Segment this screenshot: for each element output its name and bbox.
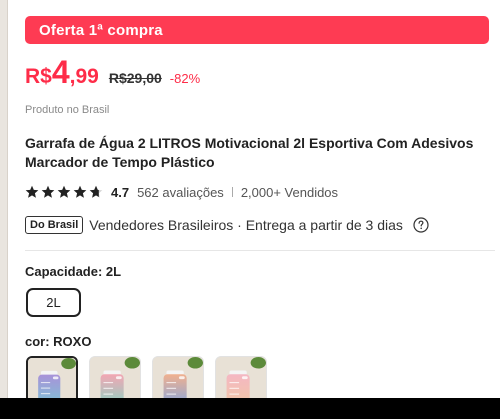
capacity-label: Capacidade: 2L (25, 264, 122, 279)
rating-row[interactable]: 4.7 562 avaliações 2,000+ Vendidos (25, 183, 338, 201)
rating-stars (25, 185, 105, 199)
product-title: Garrafa de Água 2 LITROS Motivacional 2l… (25, 135, 474, 170)
first-purchase-banner: Oferta 1ª compra (25, 16, 489, 44)
star-icon (89, 185, 103, 198)
question-circle-icon[interactable] (413, 217, 429, 233)
origin-badge: Do Brasil (25, 216, 84, 234)
color-label: cor: ROXO (25, 334, 92, 349)
capacity-option-2l[interactable]: 2L (26, 288, 81, 317)
price-row: R$ 4 ,99 R$29,00 -82% (25, 56, 200, 89)
discount-percent: -82% (169, 71, 201, 86)
origin-note: Produto no Brasil (25, 104, 110, 116)
divider-line (231, 187, 233, 197)
price-integer: 4 (51, 54, 70, 90)
previous-panel-edge (0, 0, 8, 400)
star-icon (41, 185, 55, 198)
reviews-count[interactable]: 562 avaliações (137, 185, 224, 200)
bottom-bar (0, 398, 500, 419)
seller-row: Do Brasil Vendedores Brasileiros · Entre… (25, 214, 429, 236)
star-icon (57, 185, 71, 198)
section-divider (25, 250, 495, 251)
star-icon (73, 185, 87, 198)
star-icon (25, 185, 39, 198)
price-cents: ,99 (69, 65, 99, 88)
rating-value: 4.7 (111, 184, 130, 200)
promo-label: Oferta 1ª compra (39, 21, 163, 39)
price-currency: R$ (25, 65, 52, 88)
seller-delivery-text: Vendedores Brasileiros · Entrega a parti… (89, 217, 403, 233)
sold-count: 2,000+ Vendidos (240, 184, 339, 200)
original-price: R$29,00 (108, 70, 162, 86)
